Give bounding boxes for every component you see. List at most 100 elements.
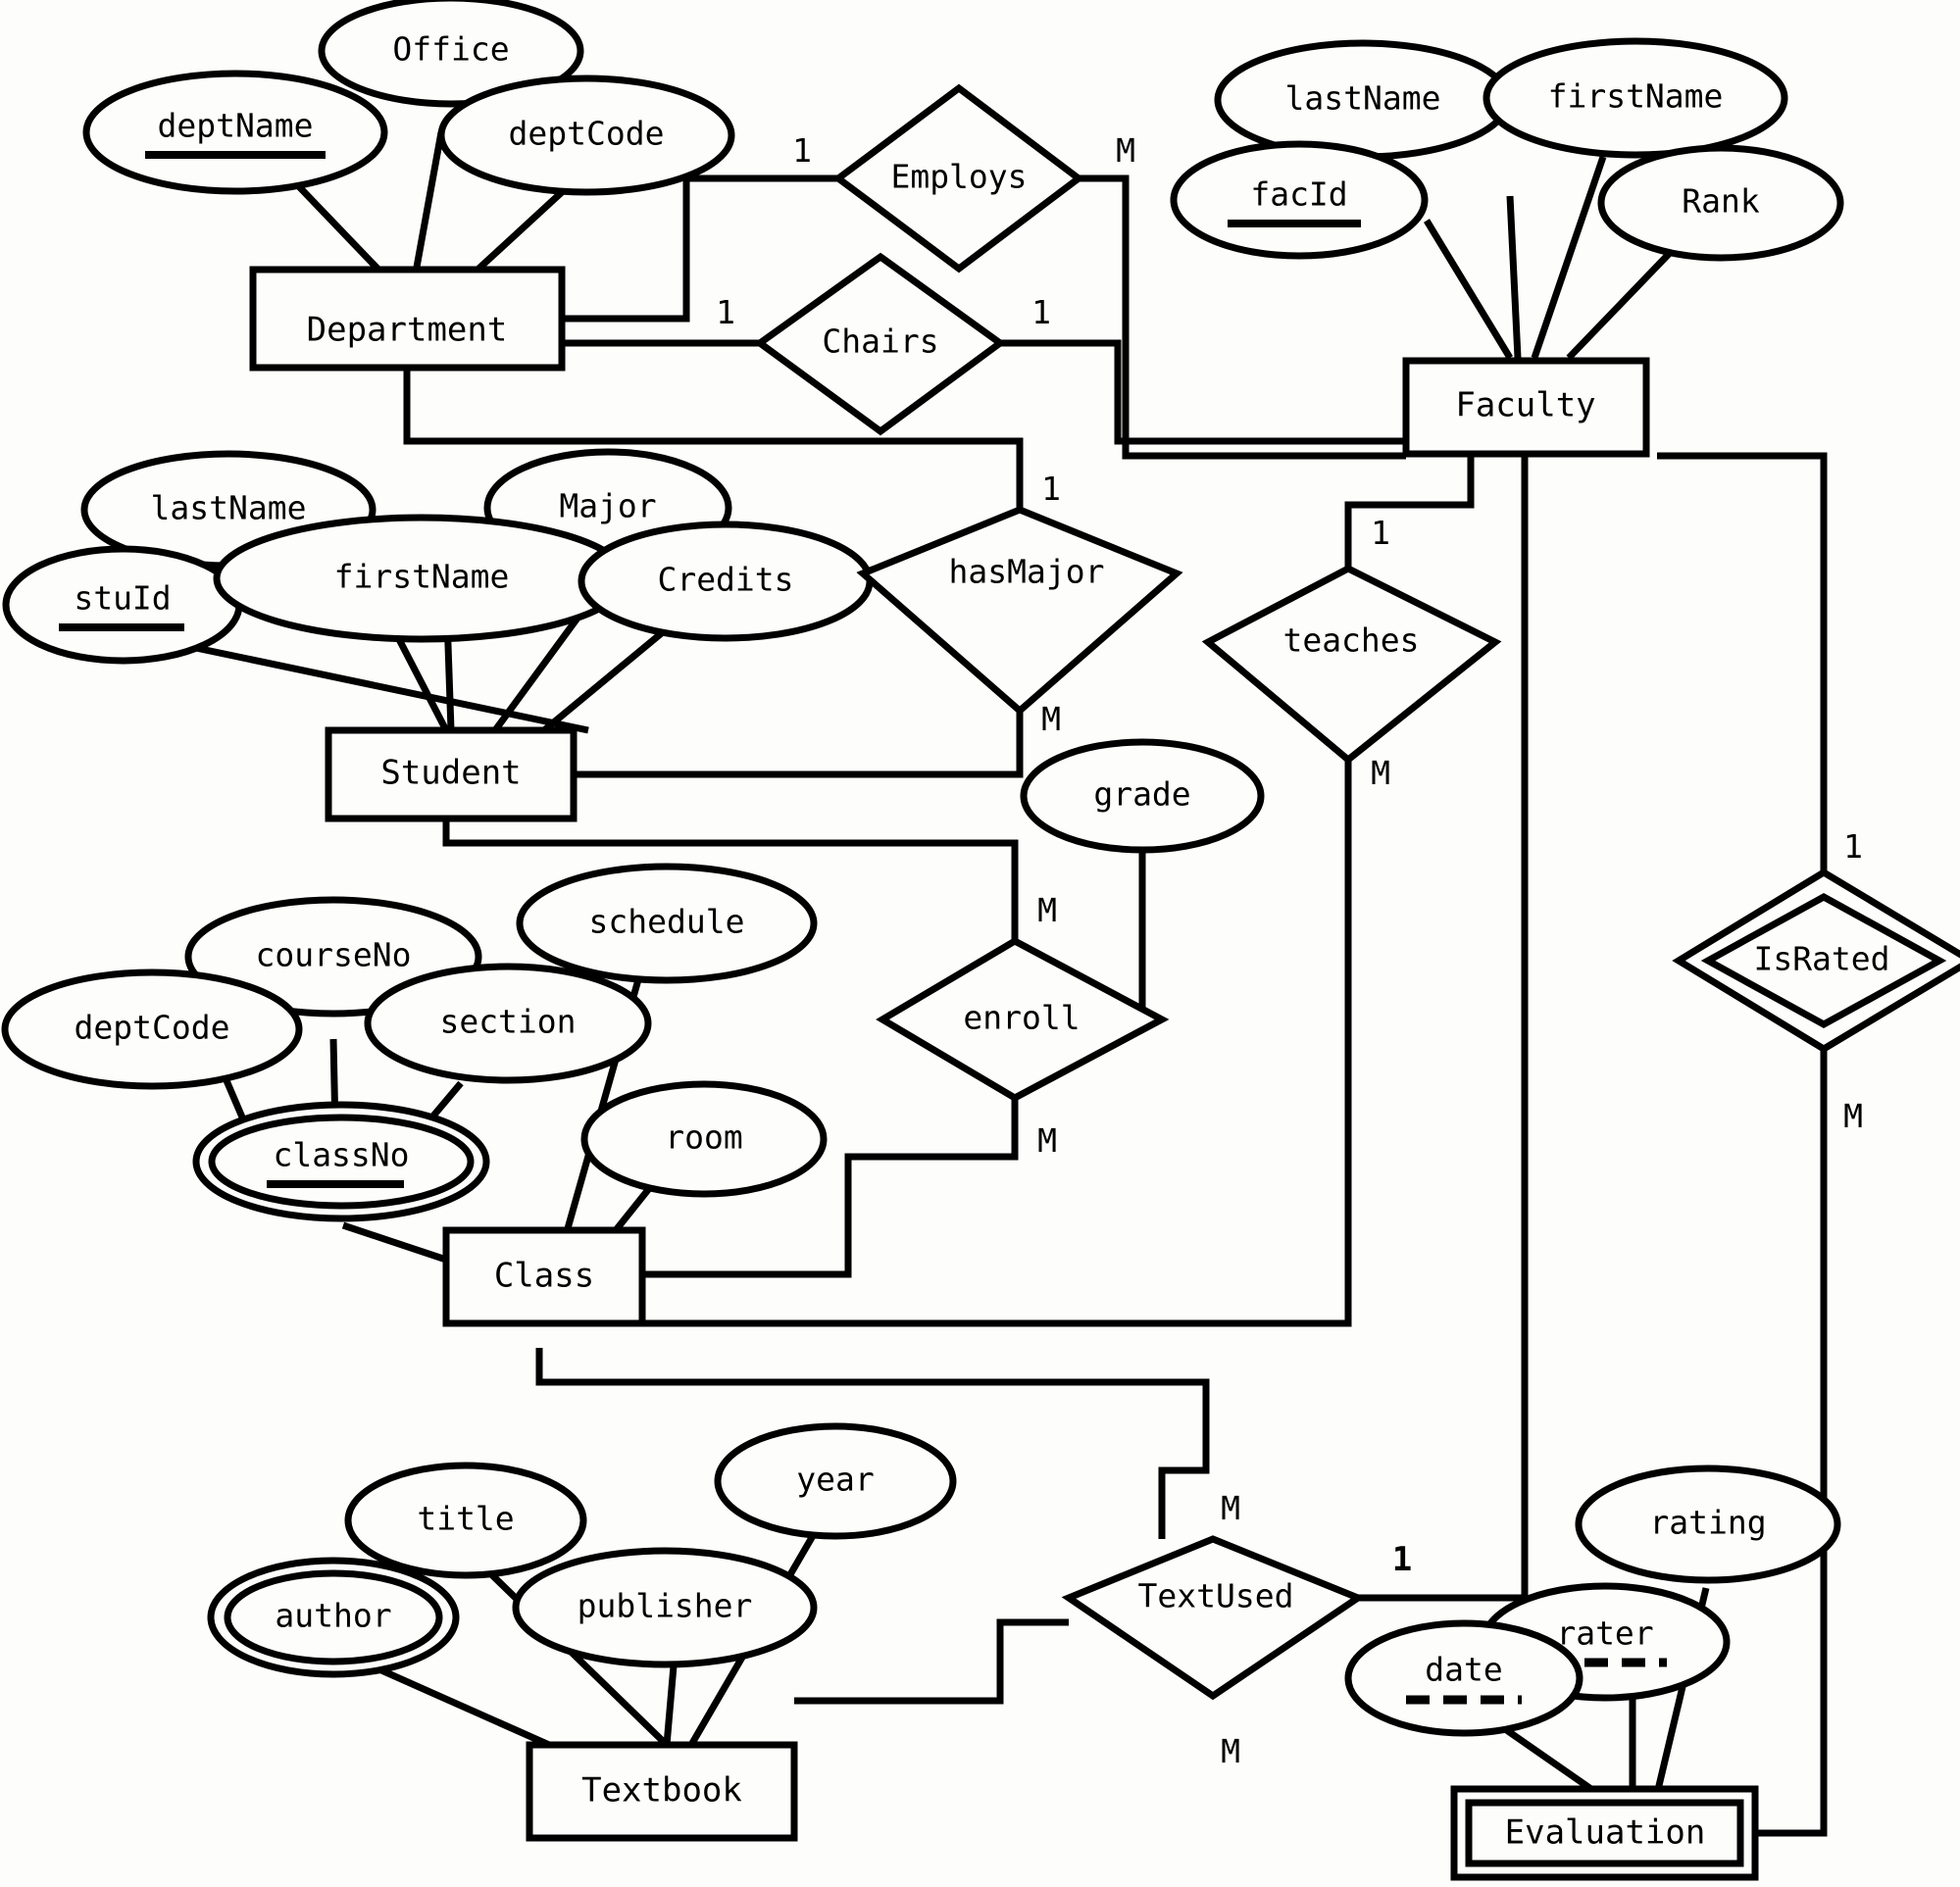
attribute-label-fac-lastname: lastName <box>1285 79 1441 118</box>
attribute-fac-firstname[interactable]: firstName <box>1483 37 1788 159</box>
attribute-deptname[interactable]: deptName <box>82 70 388 195</box>
attribute-stu-firstname[interactable]: firstName <box>213 514 630 643</box>
relationship-label-employs: Employs <box>890 158 1027 196</box>
attribute-label-facid: facId <box>1250 175 1347 214</box>
line-faculty-teaches <box>1344 456 1475 569</box>
er-diagram-canvas: Department deptName Office deptCode Empl… <box>0 0 1960 1887</box>
attribute-publisher[interactable]: publisher <box>512 1547 818 1668</box>
relationship-chairs[interactable]: Chairs <box>754 252 1006 436</box>
relationship-label-israted: IsRated <box>1753 940 1889 978</box>
attribute-year[interactable]: year <box>714 1422 957 1540</box>
attribute-grade[interactable]: grade <box>1020 738 1265 854</box>
entity-label-student: Student <box>380 754 521 793</box>
entity-class[interactable]: Class <box>442 1226 646 1327</box>
attribute-label-schedule: schedule <box>589 903 745 941</box>
cardinality-textused-top: M <box>1221 1489 1240 1527</box>
entity-faculty[interactable]: Faculty <box>1402 357 1650 458</box>
attribute-credits[interactable]: Credits <box>578 521 874 642</box>
leg-fac-facid <box>1424 219 1513 360</box>
attribute-label-classno: classNo <box>273 1136 409 1174</box>
attribute-label-fac-firstname: firstName <box>1548 77 1724 116</box>
entity-label-class: Class <box>494 1257 594 1296</box>
relationship-hasmajor[interactable]: hasMajor <box>856 506 1183 716</box>
leg-fac-firstname <box>1531 155 1607 360</box>
relationship-teaches[interactable]: teaches <box>1201 565 1502 765</box>
attribute-label-stu-firstname: firstName <box>334 558 510 596</box>
cardinality-chairs-right: 1 <box>1031 293 1051 331</box>
entity-evaluation[interactable]: Evaluation <box>1450 1785 1759 1881</box>
entity-student[interactable]: Student <box>325 726 578 822</box>
entity-department[interactable]: Department <box>249 266 566 372</box>
attribute-label-stuid: stuId <box>74 579 171 618</box>
line-textused-textbook <box>794 1618 1069 1705</box>
attribute-label-title: title <box>417 1500 514 1538</box>
line-dept-employs <box>562 174 838 323</box>
attribute-title[interactable]: title <box>344 1462 587 1579</box>
attribute-fac-lastname[interactable]: lastName <box>1214 39 1512 161</box>
cardinality-enroll-top: M <box>1037 891 1057 929</box>
entity-label-evaluation: Evaluation <box>1505 1813 1706 1853</box>
entity-label-faculty: Faculty <box>1455 386 1595 425</box>
attribute-label-rank: Rank <box>1682 182 1760 221</box>
cardinality-textused-right: 1 <box>1392 1540 1412 1579</box>
relationship-textused[interactable]: TextUsed <box>1061 1535 1366 1701</box>
er-diagram-svg: Department deptName Office deptCode Empl… <box>1 0 1960 1881</box>
leg-fac-lastname <box>1506 195 1522 359</box>
attribute-label-author: author <box>275 1597 391 1635</box>
cardinality-enroll-bottom: M <box>1037 1121 1057 1160</box>
attribute-label-rater: rater <box>1556 1614 1653 1653</box>
cardinality-hasmajor-bottom: M <box>1041 700 1061 738</box>
attribute-label-section: section <box>439 1003 576 1041</box>
attribute-label-courseno: courseNo <box>256 936 412 974</box>
attribute-stuid[interactable]: stuId <box>2 545 243 665</box>
cardinality-israted-top: 1 <box>1843 827 1863 866</box>
attribute-date[interactable]: date <box>1344 1619 1583 1737</box>
attribute-label-publisher: publisher <box>578 1587 753 1625</box>
relationship-label-textused: TextUsed <box>1138 1577 1294 1615</box>
attribute-schedule[interactable]: schedule <box>516 863 818 984</box>
attribute-label-credits: Credits <box>657 561 793 599</box>
line-chairs-faculty <box>1000 339 1406 445</box>
attribute-label-major: Major <box>559 487 656 525</box>
cardinality-teaches-bottom: M <box>1371 754 1390 792</box>
relationship-enroll[interactable]: enroll <box>876 936 1170 1103</box>
cardinality-employs-right: M <box>1116 131 1135 170</box>
attribute-class-deptcode[interactable]: deptCode <box>1 968 303 1090</box>
relationship-label-teaches: teaches <box>1282 621 1419 660</box>
cardinality-chairs-left: 1 <box>716 293 735 331</box>
cardinality-textused-bottom: M <box>1221 1732 1240 1770</box>
attribute-label-deptname: deptName <box>158 107 314 145</box>
attribute-room[interactable]: room <box>580 1080 828 1198</box>
attribute-label-room: room <box>665 1118 742 1157</box>
line-israted-evaluation <box>1755 1049 1828 1837</box>
relationship-label-chairs: Chairs <box>822 323 938 361</box>
entity-textbook[interactable]: Textbook <box>526 1741 798 1842</box>
leg-text-author <box>371 1663 551 1749</box>
relationship-employs[interactable]: Employs <box>832 83 1084 273</box>
attribute-facid[interactable]: facId <box>1170 140 1429 260</box>
cardinality-israted-bottom: M <box>1843 1097 1863 1135</box>
line-hasmajor-student <box>574 711 1024 778</box>
relationship-label-hasmajor: hasMajor <box>949 553 1105 591</box>
attribute-rating[interactable]: rating <box>1575 1465 1841 1584</box>
attribute-section[interactable]: section <box>364 963 652 1084</box>
entity-label-textbook: Textbook <box>581 1771 742 1811</box>
attribute-classno[interactable]: classNo <box>192 1101 490 1222</box>
attribute-label-rating: rating <box>1649 1504 1766 1542</box>
attribute-dept-deptcode[interactable]: deptCode <box>437 74 735 196</box>
cardinality-teaches-top: 1 <box>1371 514 1390 552</box>
attribute-label-grade: grade <box>1093 775 1190 814</box>
entity-label-department: Department <box>307 311 508 350</box>
attribute-rank[interactable]: Rank <box>1597 144 1844 262</box>
cardinality-employs-left: 1 <box>792 131 812 170</box>
attribute-author[interactable]: author <box>207 1557 460 1678</box>
attribute-label-date: date <box>1425 1651 1502 1689</box>
relationship-israted[interactable]: IsRated <box>1672 868 1960 1054</box>
attribute-label-dept-deptcode: deptCode <box>509 115 665 153</box>
relationship-label-enroll: enroll <box>963 999 1080 1037</box>
cardinality-hasmajor-top: 1 <box>1041 470 1061 508</box>
attribute-label-office: Office <box>392 30 509 69</box>
attribute-label-year: year <box>796 1461 874 1499</box>
attribute-label-stu-lastname: lastName <box>151 489 307 527</box>
attribute-label-class-deptcode: deptCode <box>75 1009 230 1047</box>
